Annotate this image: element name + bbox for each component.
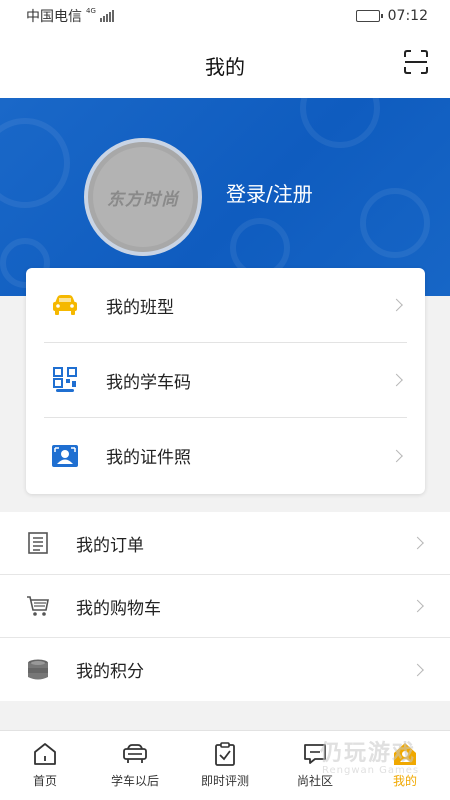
battery-icon [355, 10, 383, 22]
chevron-right-icon [411, 663, 424, 676]
profile-banner: 东方时尚 登录/注册 [0, 98, 450, 296]
document-icon [26, 531, 50, 555]
scan-icon[interactable] [402, 48, 430, 76]
page-title: 我的 [205, 54, 245, 79]
menu-item-orders[interactable]: 我的订单 [0, 512, 450, 575]
avatar-placeholder: 东方时尚 [93, 147, 193, 247]
menu-item-label: 我的积分 [76, 662, 144, 682]
login-register-link[interactable]: 登录/注册 [226, 178, 313, 207]
tab-label: 首页 [32, 774, 57, 788]
car-icon [52, 292, 78, 318]
coins-icon [26, 658, 50, 682]
tab-mine[interactable]: 我的 [360, 731, 450, 800]
chevron-right-icon [390, 449, 403, 462]
card-menu: 我的班型 我的学车码 我的证件照 [26, 268, 425, 494]
tab-home[interactable]: 首页 [0, 731, 90, 800]
menu-item-points[interactable]: 我的积分 [0, 638, 450, 701]
chevron-right-icon [390, 373, 403, 387]
user-home-icon [394, 743, 416, 765]
menu-item-label: 我的学车码 [106, 372, 191, 393]
page-header: 我的 [0, 32, 450, 98]
tab-label: 学车以后 [110, 774, 159, 788]
tab-instant-evaluation[interactable]: 即时评测 [180, 731, 270, 800]
menu-item-learner-code[interactable]: 我的学车码 [44, 343, 407, 418]
menu-item-label: 我的班型 [106, 297, 174, 318]
chat-icon [304, 744, 326, 764]
menu-item-class-type[interactable]: 我的班型 [44, 268, 407, 343]
id-photo-icon [52, 443, 78, 469]
chevron-right-icon [390, 298, 403, 312]
status-left: 中国电信 4G [26, 6, 114, 26]
list-menu: 我的订单 我的购物车 我的积分 [0, 512, 450, 701]
banner-decoration [360, 188, 430, 258]
clock: 07:12 [387, 8, 428, 24]
bottom-tab-bar: 首页 学车以后 即时评测 尚社区 我的 [0, 730, 450, 800]
menu-item-label: 我的购物车 [76, 598, 161, 619]
avatar-logo-text: 东方时尚 [107, 189, 179, 210]
tab-label: 尚社区 [296, 774, 333, 788]
avatar[interactable]: 东方时尚 [84, 138, 202, 256]
tab-label: 我的 [392, 774, 417, 788]
banner-decoration [300, 98, 380, 148]
status-right: 07:12 [355, 8, 428, 24]
tab-after-driving[interactable]: 学车以后 [90, 731, 180, 800]
chevron-right-icon [411, 536, 424, 550]
menu-item-cart[interactable]: 我的购物车 [0, 575, 450, 638]
network-type: 4G [86, 7, 96, 15]
chevron-right-icon [411, 599, 424, 613]
carrier-label: 中国电信 [26, 9, 82, 25]
signal-icon [99, 10, 114, 22]
status-bar: 中国电信 4G 07:12 [0, 0, 450, 32]
menu-item-id-photo[interactable]: 我的证件照 [44, 418, 407, 493]
car-front-icon [123, 744, 147, 763]
tab-community[interactable]: 尚社区 [270, 731, 360, 800]
banner-decoration [0, 118, 70, 208]
menu-item-label: 我的订单 [76, 535, 144, 556]
clipboard-check-icon [215, 742, 235, 766]
tab-label: 即时评测 [200, 774, 249, 788]
menu-item-label: 我的证件照 [106, 448, 191, 468]
qrcode-icon [52, 367, 78, 393]
home-icon [34, 743, 56, 765]
cart-icon [26, 594, 50, 618]
